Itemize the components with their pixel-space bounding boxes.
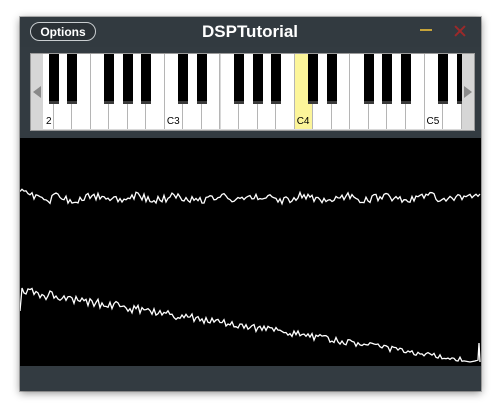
piano-keys: 2 C3 C4 C5	[43, 54, 462, 130]
black-key-fsharp3[interactable]	[234, 54, 245, 104]
key-label-c3: C3	[166, 116, 180, 127]
black-key-gsharp4[interactable]	[382, 54, 393, 104]
close-button[interactable]	[453, 24, 467, 38]
midi-keyboard[interactable]: 2 C3 C4 C5	[30, 53, 475, 131]
minimize-button[interactable]	[420, 29, 432, 31]
scroll-left-button[interactable]	[31, 54, 43, 130]
title-bar: Options DSPTutorial	[20, 17, 481, 47]
waveform-trace	[19, 188, 481, 206]
black-key-asharp2[interactable]	[141, 54, 152, 104]
black-key-csharp4[interactable]	[308, 54, 319, 104]
window-title: DSPTutorial	[201, 22, 299, 41]
oscilloscope-plot	[19, 188, 481, 363]
black-key-gsharp3[interactable]	[252, 54, 263, 104]
key-label-c2: 2	[45, 116, 52, 127]
key-label-c4: C4	[296, 116, 310, 127]
key-label-c5: C5	[426, 116, 440, 127]
black-key-gsharp2[interactable]	[122, 54, 133, 104]
oscilloscope-display	[19, 138, 481, 366]
black-key-csharp2[interactable]	[48, 54, 59, 104]
plugin-window: Options DSPTutorial 2 C3 C4 C5	[19, 17, 481, 391]
black-key-dsharp4[interactable]	[326, 54, 337, 104]
black-key-dsharp2[interactable]	[67, 54, 78, 104]
options-button[interactable]: Options	[30, 22, 96, 41]
black-key-csharp3[interactable]	[178, 54, 189, 104]
black-key-csharp5[interactable]	[438, 54, 449, 104]
black-key-dsharp3[interactable]	[196, 54, 207, 104]
black-key-fsharp2[interactable]	[104, 54, 115, 104]
black-key-asharp4[interactable]	[401, 54, 411, 104]
black-key-asharp3[interactable]	[271, 54, 282, 104]
spectrum-trace	[19, 287, 481, 363]
scroll-right-button[interactable]	[462, 54, 474, 130]
bottom-bar	[20, 366, 481, 391]
black-key-fsharp4[interactable]	[363, 54, 374, 104]
